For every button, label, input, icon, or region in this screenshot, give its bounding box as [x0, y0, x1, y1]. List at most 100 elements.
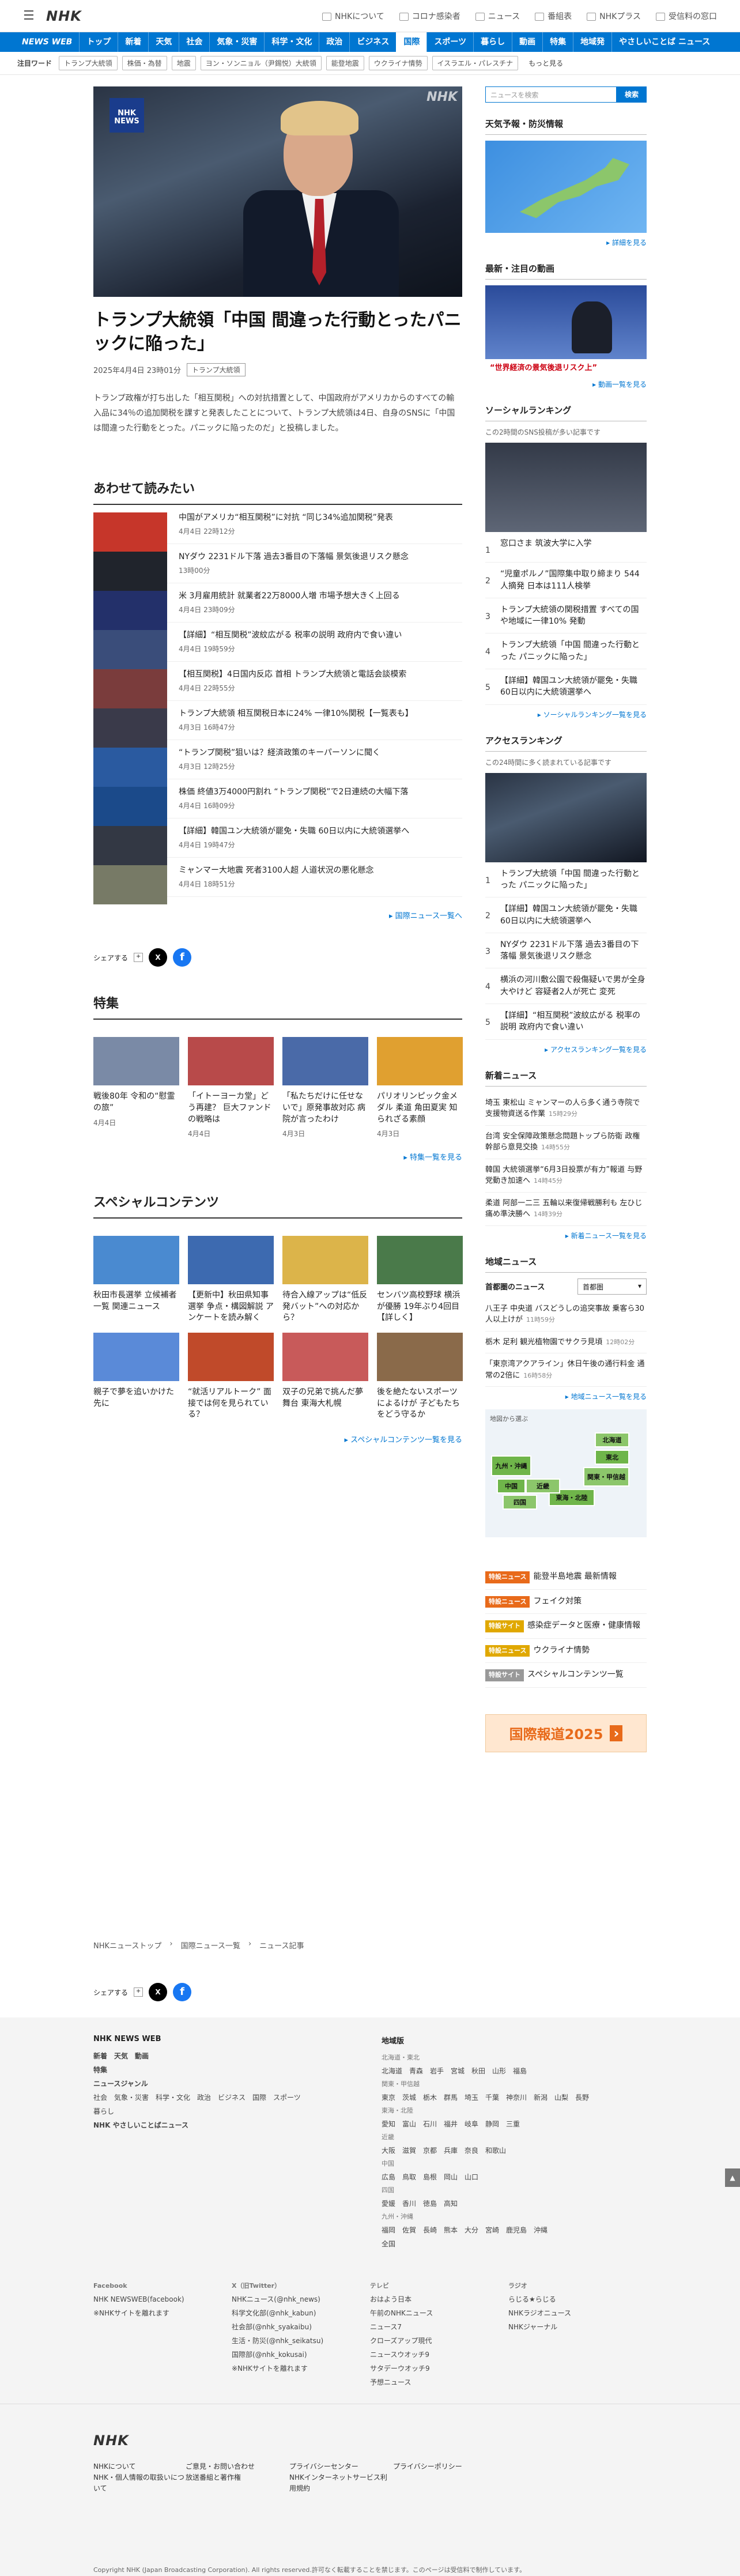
footer-link-row[interactable]: ニュースジャンル: [93, 2077, 347, 2091]
nav-item-9[interactable]: スポーツ: [426, 32, 473, 52]
ranking-item[interactable]: 4 横浜の河川敷公園で殺傷疑いで男が全身大やけど 容疑者2人が死亡 変死: [485, 968, 647, 1005]
latest-more-link[interactable]: 新着ニュース一覧を見る: [485, 1231, 647, 1240]
ranking-title[interactable]: 【詳細】韓国ユン大統領が罷免・失職 60日以内に大統領選挙へ: [500, 903, 647, 927]
special-card[interactable]: 秋田市長選挙 立候補者一覧 関連ニュース: [93, 1236, 179, 1324]
ranking-title[interactable]: 【詳細】韓国ユン大統領が罷免・失職 60日以内に大統領選挙へ: [500, 675, 647, 699]
footer-sns-link[interactable]: 生活・防災(@nhk_seikatsu): [232, 2334, 370, 2348]
x-share-icon[interactable]: X: [149, 948, 168, 967]
special-thumbnail[interactable]: [188, 1236, 274, 1285]
footer-sns-link[interactable]: ※NHKサイトを離れます: [232, 2362, 370, 2375]
special-link[interactable]: 特設ニュース ウクライナ情勢: [485, 1639, 647, 1664]
footer-region-row[interactable]: 九州・沖縄: [382, 2211, 647, 2223]
special-title[interactable]: センバツ高校野球 横浜が優勝 19年ぶり4回目【詳しく】: [377, 1290, 463, 1324]
header-link-news[interactable]: ニュース: [475, 10, 520, 22]
footer-region-row[interactable]: 東海・北陸: [382, 2104, 647, 2117]
nav-item-11[interactable]: 動画: [512, 32, 542, 52]
share-toggle-icon[interactable]: +: [134, 1987, 144, 1997]
special-thumbnail[interactable]: [93, 1333, 179, 1382]
header-link-tvguide[interactable]: 番組表: [535, 10, 572, 22]
nav-item-2[interactable]: 天気: [148, 32, 179, 52]
special-thumbnail[interactable]: [377, 1333, 463, 1382]
nav-item-12[interactable]: 特集: [542, 32, 573, 52]
footer-region-row[interactable]: 中国: [382, 2158, 647, 2170]
video-thumbnail[interactable]: “世界経済の景気後退リスク上”: [485, 285, 647, 375]
footer-sns-link[interactable]: らじる★らじる: [508, 2292, 647, 2306]
footer-sns-link[interactable]: おはよう日本: [370, 2292, 508, 2306]
related-thumbnail[interactable]: [93, 787, 167, 827]
ranking-title[interactable]: トランプ大統領の関税措置 すべての国や地域に一律10% 発動: [500, 604, 647, 628]
latest-news-title[interactable]: 柔道 阿部一二三 五輪以来復帰戦勝利も 左ひじ痛め準決勝へ: [485, 1199, 642, 1219]
region-button[interactable]: 九州・沖縄: [491, 1455, 531, 1477]
special-link-title[interactable]: フェイク対策: [533, 1597, 582, 1606]
footer-region-row[interactable]: 北海道 青森 岩手 宮城 秋田 山形 福島: [382, 2064, 647, 2078]
related-title[interactable]: NYダウ 2231ドル下落 過去3番目の下落幅 景気後退リスク懸念: [179, 552, 409, 563]
weather-map[interactable]: [485, 141, 647, 233]
special-link-title[interactable]: スペシャルコンテンツ一覧: [527, 1670, 624, 1679]
footer-region-row[interactable]: 四国: [382, 2184, 647, 2197]
footer-sns-link[interactable]: 午前のNHKニュース: [370, 2306, 508, 2320]
regional-news-title[interactable]: 「東京湾アクアライン」休日午後の通行料金 通常の2倍に: [485, 1360, 644, 1380]
feature-title[interactable]: 戦後80年 令和の“慰霊の旅”: [93, 1091, 179, 1114]
ranking-item[interactable]: 2 【詳細】韓国ユン大統領が罷免・失職 60日以内に大統領選挙へ: [485, 897, 647, 933]
special-link[interactable]: 特設サイト スペシャルコンテンツ一覧: [485, 1663, 647, 1688]
footer-region-row[interactable]: 東京 茨城 栃木 群馬 埼玉 千葉 神奈川 新潟 山梨 長野: [382, 2091, 647, 2104]
special-card[interactable]: “就活リアルトーク” 面接では何を見られている？: [188, 1333, 274, 1421]
feature-card[interactable]: パリオリンピック金メダル 柔道 角田夏実 知られざる素顔 4月3日: [377, 1037, 463, 1138]
ranking-item[interactable]: 3 NYダウ 2231ドル下落 過去3番目の下落幅 景気後退リスク懸念: [485, 933, 647, 969]
related-title[interactable]: トランプ大統領 相互関税日本に24% 一律10%関税【一覧表も】: [179, 708, 413, 720]
special-title[interactable]: 待合入線アップは“低反発バット”への対応から？: [282, 1290, 368, 1324]
footer-sns-link[interactable]: NHKジャーナル: [508, 2320, 647, 2334]
latest-news-item[interactable]: 柔道 阿部一二三 五輪以来復帰戦勝利も 左ひじ痛め準決勝へ 14時39分: [485, 1193, 647, 1226]
footer-link-row[interactable]: NHK やさしいことばニュース: [93, 2118, 347, 2132]
footer-region-row[interactable]: 大阪 滋賀 京都 兵庫 奈良 和歌山: [382, 2144, 647, 2158]
trending-tag[interactable]: ウクライナ情勢: [368, 56, 428, 70]
nhk-logo[interactable]: NHK: [46, 8, 82, 24]
article-category[interactable]: トランプ大統領: [186, 363, 246, 376]
nav-item-1[interactable]: 新着: [118, 32, 148, 52]
related-thumbnail[interactable]: [93, 708, 167, 748]
related-title[interactable]: ミャンマー大地震 死者3100人超 人道状況の悪化懸念: [179, 865, 374, 877]
ranking-item[interactable]: 1 窓口さま 筑波大学に入学: [485, 532, 647, 563]
footer-sns-link[interactable]: NHK NEWSWEB(facebook): [93, 2292, 232, 2306]
special-link-title[interactable]: 感染症データと医療・健康情報: [527, 1621, 640, 1630]
footer-sns-link[interactable]: 社会部(@nhk_syakaibu): [232, 2320, 370, 2334]
special-card[interactable]: 【更新中】秋田県知事選挙 争点・構図解説 アンケートを読み解く: [188, 1236, 274, 1324]
ranking-title[interactable]: トランプ大統領「中国 間違った行動とった パニックに陥った」: [500, 868, 647, 892]
ranking-item[interactable]: 1 トランプ大統領「中国 間違った行動とった パニックに陥った」: [485, 862, 647, 898]
region-button[interactable]: 東北: [595, 1450, 629, 1465]
region-button[interactable]: 関東・甲信越: [583, 1467, 629, 1487]
menu-icon[interactable]: ☰: [23, 9, 46, 23]
nav-item-6[interactable]: 政治: [319, 32, 349, 52]
breadcrumb-item[interactable]: 国際ニュース一覧: [181, 1940, 240, 1951]
feature-title[interactable]: 「私たちだけに任せないで」原発事故対応 病院が言ったわけ: [282, 1091, 368, 1125]
regional-news-item[interactable]: 栃木 足利 観光植物園でサクラ見頃 12時02分: [485, 1332, 647, 1354]
features-more-link[interactable]: 特集一覧を見る: [93, 1151, 462, 1162]
related-thumbnail[interactable]: [93, 865, 167, 905]
footer-sns-link[interactable]: サタデーウオッチ9: [370, 2362, 508, 2375]
breadcrumb-item[interactable]: NHKニューストップ: [93, 1940, 161, 1951]
special-link-title[interactable]: ウクライナ情勢: [533, 1646, 590, 1655]
nav-item-3[interactable]: 社会: [179, 32, 209, 52]
trending-tag[interactable]: イスラエル・パレスチナ: [432, 56, 519, 70]
special-thumbnail[interactable]: [188, 1333, 274, 1382]
footer-regional-title[interactable]: 地域版: [382, 2035, 647, 2046]
special-title[interactable]: 親子で夢を追いかけた先に: [93, 1387, 179, 1409]
footer-region-row[interactable]: 北海道・東北: [382, 2051, 647, 2064]
social-top-thumb[interactable]: [485, 443, 647, 532]
footer-bottom-link[interactable]: プライバシーポリシー: [393, 2461, 566, 2472]
related-thumbnail[interactable]: [93, 552, 167, 591]
special-link[interactable]: 特設サイト 感染症データと医療・健康情報: [485, 1614, 647, 1639]
footer-link-row[interactable]: 特集: [93, 2063, 347, 2077]
regional-more-link[interactable]: 地域ニュース一覧を見る: [485, 1391, 647, 1401]
latest-news-item[interactable]: 台湾 安全保障政策懸念問題トップら防衛 政権幹部ら意見交換 14時55分: [485, 1126, 647, 1159]
trending-tag[interactable]: ヨン・ソンニョル（尹錫悦）大統領: [200, 56, 322, 70]
region-button[interactable]: 中国: [497, 1479, 526, 1494]
access-top-thumb[interactable]: [485, 772, 647, 862]
footer-link-row[interactable]: 社会 気象・災害 科学・文化 政治 ビジネス 国際 スポーツ: [93, 2091, 347, 2104]
feature-card[interactable]: 戦後80年 令和の“慰霊の旅” 4月4日: [93, 1037, 179, 1138]
video-more-link[interactable]: 動画一覧を見る: [485, 379, 647, 389]
ranking-item[interactable]: 2 “児童ポルノ”国際集中取り締まり 544人摘発 日本は111人検挙: [485, 563, 647, 598]
feature-thumbnail[interactable]: [377, 1037, 463, 1086]
related-title[interactable]: 【詳細】“相互関税”波紋広がる 税率の説明 政府内で食い違い: [179, 630, 402, 642]
ranking-title[interactable]: トランプ大統領「中国 間違った行動とった パニックに陥った」: [500, 639, 647, 663]
